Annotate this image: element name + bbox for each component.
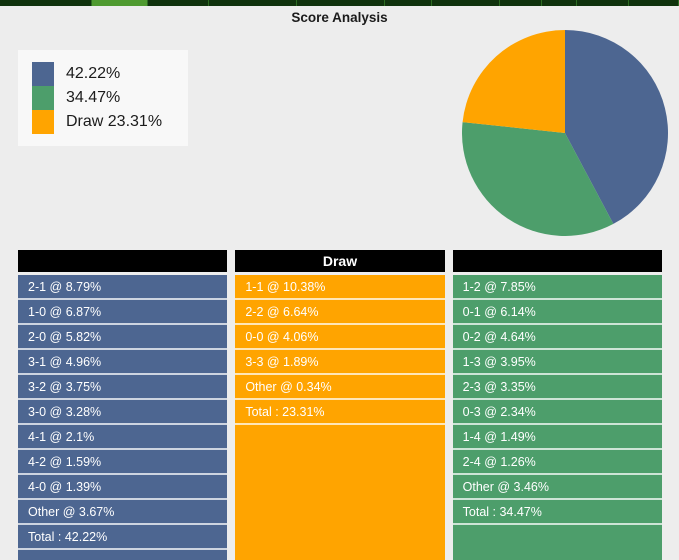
legend-label-2: Draw 23.31% [66,113,163,130]
score-row: 2-2 @ 6.64% [235,300,445,325]
score-row: Other @ 3.67% [18,500,228,525]
score-row: 0-1 @ 6.14% [452,300,662,325]
score-row-total: Total : 42.22% [18,525,228,550]
column-header-away-win [452,250,662,272]
score-row: 0-0 @ 4.06% [235,325,445,350]
legend-swatch-column [32,62,54,134]
column-header-draw: Draw [235,250,445,272]
legend-swatch-1 [32,86,54,110]
score-row: 3-2 @ 3.75% [18,375,228,400]
score-row-total: Total : 23.31% [235,400,445,425]
score-row: 2-4 @ 1.26% [452,450,662,475]
score-row: Other @ 0.34% [235,375,445,400]
column-header-home-win [18,250,228,272]
score-row: 2-3 @ 3.35% [452,375,662,400]
score-row: 1-3 @ 3.95% [452,350,662,375]
legend-swatch-2 [32,110,54,134]
column-body-home-win: 2-1 @ 8.79% 1-0 @ 6.87% 2-0 @ 5.82% 3-1 @ 4… [18,275,228,560]
score-row: 3-3 @ 1.89% [235,350,445,375]
column-body-draw: 1-1 @ 10.38% 2-2 @ 6.64% 0-0 @ 4.06% 3-3 @ … [235,275,445,560]
score-row: 0-2 @ 4.64% [452,325,662,350]
score-row-total: Total : 34.47% [452,500,662,525]
score-column-home-win: 2-1 @ 8.79% 1-0 @ 6.87% 2-0 @ 5.82% 3-1 @ 4… [18,250,228,560]
score-row: 3-1 @ 4.96% [18,350,228,375]
pie-slice-draw [462,30,565,133]
score-row: 2-0 @ 5.82% [18,325,228,350]
legend-grid: 42.22% 34.47% Draw 23.31% [32,62,178,134]
score-row: 4-1 @ 2.1% [18,425,228,450]
score-row: 4-0 @ 1.39% [18,475,228,500]
score-row: 1-4 @ 1.49% [452,425,662,450]
score-row: 2-1 @ 8.79% [18,275,228,300]
score-row: 4-2 @ 1.59% [18,450,228,475]
score-row: 0-3 @ 2.34% [452,400,662,425]
legend-label-1: 34.47% [66,89,121,106]
legend-label-0: 42.22% [66,65,121,82]
chart-legend: 42.22% 34.47% Draw 23.31% [18,50,188,146]
score-column-away-win: 1-2 @ 7.85% 0-1 @ 6.14% 0-2 @ 4.64% 1-3 @ 3… [452,250,662,560]
score-row: 3-0 @ 3.28% [18,400,228,425]
score-distribution-pie-chart [462,30,668,236]
score-column-draw: Draw 1-1 @ 10.38% 2-2 @ 6.64% 0-0 @ 4.06% 3-… [235,250,445,560]
score-row: Other @ 3.46% [452,475,662,500]
column-body-away-win: 1-2 @ 7.85% 0-1 @ 6.14% 0-2 @ 4.64% 1-3 @ 3… [452,275,662,560]
score-row: 1-0 @ 6.87% [18,300,228,325]
pie-svg [462,30,668,236]
score-columns-container: 2-1 @ 8.79% 1-0 @ 6.87% 2-0 @ 5.82% 3-1 @ 4… [18,250,662,560]
legend-label-column: 42.22% 34.47% Draw 23.31% [54,62,178,134]
score-row: 1-1 @ 10.38% [235,275,445,300]
page-title: Score Analysis [291,10,388,25]
score-row: 1-2 @ 7.85% [452,275,662,300]
legend-swatch-0 [32,62,54,86]
